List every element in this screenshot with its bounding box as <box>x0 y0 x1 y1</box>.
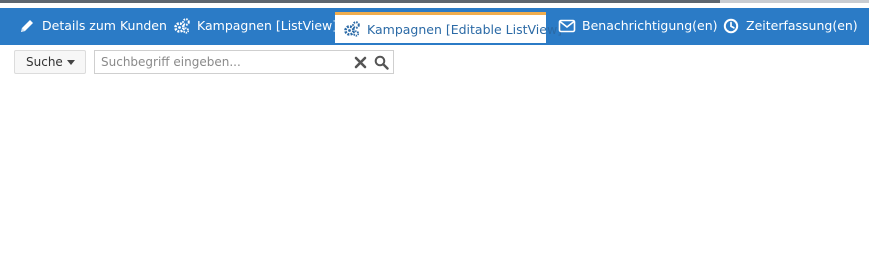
tab-details-zum-kunden[interactable]: Details zum Kunden <box>18 8 167 43</box>
tab-label: Kampagnen [ListView] <box>197 18 338 33</box>
clock-icon <box>722 17 740 35</box>
tab-bar: Details zum Kunden Kampagnen [ListView] … <box>0 8 869 43</box>
search-mode-dropdown[interactable]: Suche <box>14 50 86 74</box>
tab-kampagnen-listview[interactable]: Kampagnen [ListView] <box>173 8 337 43</box>
search-icon[interactable] <box>374 55 389 70</box>
search-mode-label: Suche <box>26 55 63 69</box>
gears-icon <box>173 17 191 35</box>
gears-icon <box>343 20 361 38</box>
tab-content-divider <box>0 43 869 45</box>
tab-kampagnen-editable-listview[interactable]: Kampagnen [Editable ListView] <box>335 12 562 43</box>
tab-benachrichtigungen[interactable]: Benachrichtigung(en) <box>558 8 718 43</box>
envelope-icon <box>558 17 576 35</box>
clear-icon[interactable] <box>354 56 367 69</box>
pencil-icon <box>18 17 36 35</box>
caret-down-icon <box>67 60 75 65</box>
tab-label: Benachrichtigung(en) <box>582 18 718 33</box>
tab-label: Zeiterfassung(en) <box>746 18 858 33</box>
tab-zeiterfassungen[interactable]: Zeiterfassung(en) <box>722 8 858 43</box>
tab-label: Kampagnen [Editable ListView] <box>367 21 563 37</box>
search-box <box>94 50 394 74</box>
window-top-edge <box>0 0 869 3</box>
tab-label: Details zum Kunden <box>42 18 167 33</box>
search-input[interactable] <box>95 51 351 73</box>
